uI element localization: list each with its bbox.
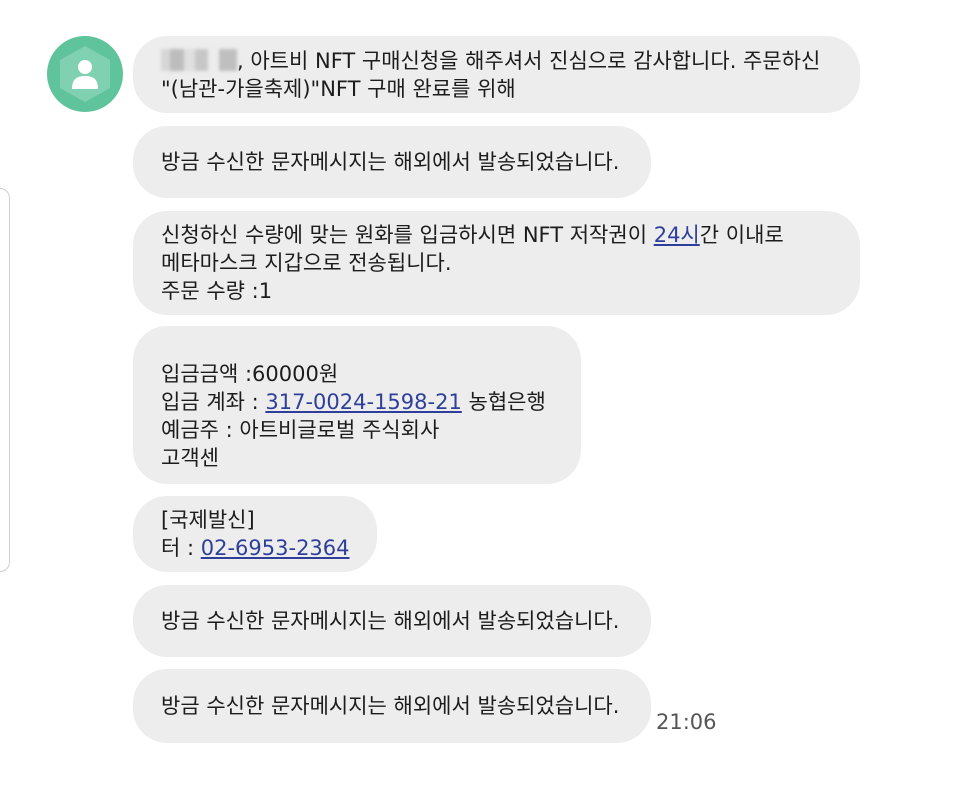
- scroll-edge: [0, 188, 10, 572]
- message-timestamp: 21:06: [656, 710, 717, 734]
- message-bubble[interactable]: 방금 수신한 문자메시지는 해외에서 발송되었습니다.: [133, 585, 651, 657]
- message-line: , 아트비 NFT 구매신청을 해주셔서 진심으로 감사합니다. 주문하신: [161, 47, 832, 75]
- phone-number-link[interactable]: 02-6953-2364: [201, 536, 350, 560]
- message-line: 메타마스크 지갑으로 전송됩니다.: [161, 251, 452, 275]
- redacted-name: [161, 48, 237, 71]
- deposit-amount: 입금금액 :60000원: [161, 362, 339, 386]
- message-bubble[interactable]: 입금금액 :60000원 입금 계좌 : 317-0024-1598-21 농협…: [133, 326, 581, 484]
- message-bubble[interactable]: [국제발신] 터 : 02-6953-2364: [133, 496, 377, 572]
- message-line: 방금 수신한 문자메시지는 해외에서 발송되었습니다.: [161, 609, 620, 633]
- message-line: 신청하신 수량에 맞는 원화를 입금하시면 NFT 저작권이 24시간 이내로: [161, 221, 832, 249]
- message-line: 주문 수량 :1: [161, 279, 273, 303]
- message-line: 고객센: [161, 446, 219, 470]
- message-line: 방금 수신한 문자메시지는 해외에서 발송되었습니다.: [161, 694, 620, 718]
- message-line: 입금 계좌 : 317-0024-1598-21 농협은행: [161, 388, 553, 416]
- sender-avatar[interactable]: [47, 36, 123, 112]
- message-text: 입금 계좌 :: [161, 390, 266, 414]
- message-line: 방금 수신한 문자메시지는 해외에서 발송되었습니다.: [161, 150, 620, 174]
- message-line: "(남관-가을축제)"NFT 구매 완료를 위해: [161, 76, 516, 101]
- account-number-link[interactable]: 317-0024-1598-21: [265, 390, 461, 414]
- message-line: [국제발신]: [161, 508, 255, 532]
- message-bubble[interactable]: 방금 수신한 문자메시지는 해외에서 발송되었습니다.: [133, 126, 651, 198]
- message-text: 터 :: [161, 536, 201, 560]
- message-text: 간 이내로: [699, 223, 784, 247]
- person-icon: [72, 60, 98, 89]
- message-bubble[interactable]: 방금 수신한 문자메시지는 해외에서 발송되었습니다.: [133, 669, 651, 743]
- message-line: 터 : 02-6953-2364: [161, 534, 350, 562]
- message-text: 신청하신 수량에 맞는 원화를 입금하시면 NFT 저작권이: [161, 223, 654, 247]
- account-holder: 예금주 : 아트비글로벌 주식회사: [161, 418, 440, 442]
- message-text: 농협은행: [461, 390, 546, 414]
- message-bubble[interactable]: 신청하신 수량에 맞는 원화를 입금하시면 NFT 저작권이 24시간 이내로 …: [133, 211, 860, 315]
- message-text: , 아트비 NFT 구매신청을 해주셔서 진심으로 감사합니다. 주문하신: [237, 48, 821, 73]
- message-bubble[interactable]: , 아트비 NFT 구매신청을 해주셔서 진심으로 감사합니다. 주문하신 "(…: [133, 36, 860, 113]
- time-link[interactable]: 24시: [654, 223, 700, 247]
